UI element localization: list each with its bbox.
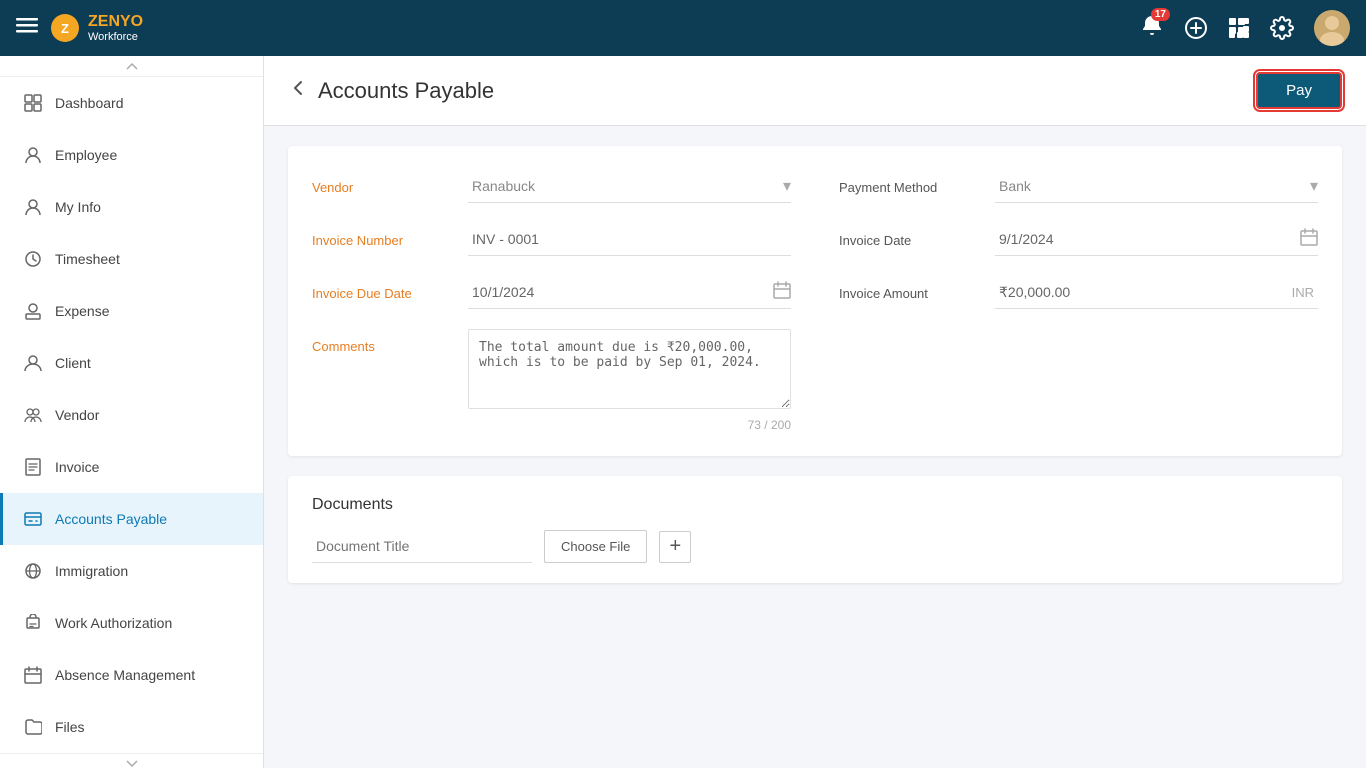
myinfo-icon	[23, 197, 43, 217]
sidebar-item-invoice[interactable]: Invoice	[0, 441, 263, 493]
sidebar-item-label: Files	[55, 719, 85, 735]
vendor-select-wrapper: Ranabuck ▾	[468, 170, 791, 203]
sidebar-item-timesheet[interactable]: Timesheet	[0, 233, 263, 285]
notification-badge: 17	[1151, 8, 1170, 21]
sidebar-item-vendor[interactable]: Vendor	[0, 389, 263, 441]
sidebar-item-label: Dashboard	[55, 95, 124, 111]
settings-icon[interactable]	[1270, 16, 1294, 40]
invoice-icon	[23, 457, 43, 477]
vendor-label: Vendor	[312, 170, 452, 195]
invoice-number-row: Invoice Number	[312, 223, 791, 256]
client-icon	[23, 353, 43, 373]
invoice-date-input[interactable]	[995, 223, 1300, 255]
invoice-number-label: Invoice Number	[312, 223, 452, 248]
hamburger-menu[interactable]	[16, 14, 38, 42]
notification-bell[interactable]: 17	[1140, 14, 1164, 43]
sidebar-item-client[interactable]: Client	[0, 337, 263, 389]
invoice-amount-row: Invoice Amount INR	[839, 276, 1318, 309]
add-button[interactable]	[1184, 16, 1208, 40]
payment-method-label: Payment Method	[839, 170, 979, 195]
sidebar-item-accounts-payable[interactable]: Accounts Payable	[0, 493, 263, 545]
vendor-icon	[23, 405, 43, 425]
invoice-amount-label: Invoice Amount	[839, 276, 979, 301]
invoice-date-row: Invoice Date	[839, 223, 1318, 256]
payment-method-wrapper: Bank ▾	[995, 170, 1318, 203]
form-card: Vendor Ranabuck ▾ Invoice Numb	[288, 146, 1342, 456]
comments-row: Comments 73 / 200	[312, 329, 791, 432]
sidebar-item-label: Immigration	[55, 563, 128, 579]
sidebar-item-expense[interactable]: Expense	[0, 285, 263, 337]
employee-icon	[23, 145, 43, 165]
invoice-amount-wrapper: INR	[995, 276, 1318, 309]
invoice-date-wrapper	[995, 223, 1318, 256]
payment-method-row: Payment Method Bank ▾	[839, 170, 1318, 203]
pay-button[interactable]: Pay	[1256, 72, 1342, 109]
comments-textarea[interactable]	[468, 329, 791, 409]
invoice-due-date-row: Invoice Due Date	[312, 276, 791, 309]
sidebar-item-work-authorization[interactable]: Work Authorization	[0, 597, 263, 649]
invoice-due-date-label: Invoice Due Date	[312, 276, 452, 301]
documents-title: Documents	[312, 496, 1318, 514]
content-header: Accounts Payable Pay	[264, 56, 1366, 126]
dashboard-icon	[23, 93, 43, 113]
sidebar: Dashboard Employee My Info	[0, 56, 264, 768]
sidebar-item-immigration[interactable]: Immigration	[0, 545, 263, 597]
sidebar-item-label: Timesheet	[55, 251, 120, 267]
vendor-row: Vendor Ranabuck ▾	[312, 170, 791, 203]
invoice-date-label: Invoice Date	[839, 223, 979, 248]
vendor-dropdown-arrow: ▾	[783, 176, 791, 196]
documents-row: Choose File +	[312, 530, 1318, 563]
svg-text:Z: Z	[61, 21, 69, 36]
sidebar-item-files[interactable]: Files	[0, 701, 263, 753]
vendor-select[interactable]: Ranabuck	[468, 170, 783, 202]
accounts-payable-icon	[23, 509, 43, 529]
document-title-input[interactable]	[312, 530, 532, 563]
sidebar-item-employee[interactable]: Employee	[0, 129, 263, 181]
user-avatar[interactable]	[1314, 10, 1350, 46]
payment-method-dropdown-arrow: ▾	[1310, 176, 1318, 196]
form-grid: Vendor Ranabuck ▾ Invoice Numb	[312, 170, 1318, 432]
content-area: Accounts Payable Pay Vendor Ranabuck	[264, 56, 1366, 768]
work-authorization-icon	[23, 613, 43, 633]
back-button[interactable]	[288, 78, 308, 103]
documents-card: Documents Choose File +	[288, 476, 1342, 583]
app-name: ZENYO Workforce	[88, 13, 143, 43]
files-icon	[23, 717, 43, 737]
invoice-number-input[interactable]	[468, 223, 791, 256]
add-document-button[interactable]: +	[659, 531, 691, 563]
sidebar-item-dashboard[interactable]: Dashboard	[0, 77, 263, 129]
main-layout: Dashboard Employee My Info	[0, 56, 1366, 768]
page-title: Accounts Payable	[318, 78, 494, 104]
invoice-due-date-wrapper	[468, 276, 791, 309]
title-row: Accounts Payable	[288, 78, 494, 104]
sidebar-item-label: Accounts Payable	[55, 511, 167, 527]
invoice-due-date-input[interactable]	[468, 276, 773, 308]
sidebar-item-myinfo[interactable]: My Info	[0, 181, 263, 233]
expense-icon	[23, 301, 43, 321]
comments-counter: 73 / 200	[468, 418, 791, 432]
invoice-currency-label: INR	[1288, 277, 1318, 308]
invoice-due-date-calendar-icon[interactable]	[773, 281, 791, 304]
choose-file-button[interactable]: Choose File	[544, 530, 647, 563]
sidebar-item-absence-management[interactable]: Absence Management	[0, 649, 263, 701]
sidebar-item-label: Absence Management	[55, 667, 195, 683]
sidebar-item-label: My Info	[55, 199, 101, 215]
sidebar-item-label: Employee	[55, 147, 117, 163]
app-logo: Z ZENYO Workforce	[50, 13, 143, 43]
absence-management-icon	[23, 665, 43, 685]
topnav-actions: 17	[1140, 10, 1350, 46]
sidebar-item-label: Client	[55, 355, 91, 371]
grid-apps-icon[interactable]	[1228, 17, 1250, 39]
timesheet-icon	[23, 249, 43, 269]
sidebar-item-label: Expense	[55, 303, 109, 319]
comments-label: Comments	[312, 329, 452, 354]
topnav: Z ZENYO Workforce 17	[0, 0, 1366, 56]
sidebar-item-label: Work Authorization	[55, 615, 172, 631]
sidebar-item-label: Vendor	[55, 407, 99, 423]
sidebar-item-label: Invoice	[55, 459, 99, 475]
invoice-date-calendar-icon[interactable]	[1300, 228, 1318, 251]
payment-method-select[interactable]: Bank	[995, 170, 1310, 202]
invoice-amount-input[interactable]	[995, 276, 1288, 308]
immigration-icon	[23, 561, 43, 581]
